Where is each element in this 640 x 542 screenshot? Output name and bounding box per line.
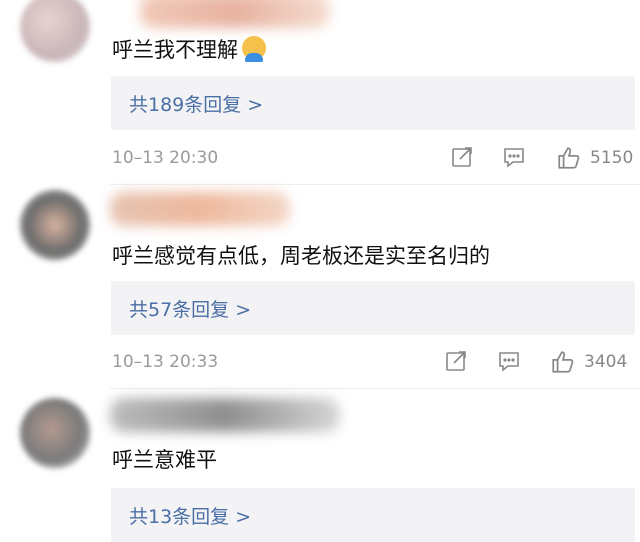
view-replies-link[interactable]: 共13条回复 > <box>129 502 251 529</box>
avatar[interactable] <box>20 398 90 468</box>
comment-timestamp: 10–13 20:33 <box>112 352 219 372</box>
comment-icon[interactable] <box>502 145 526 169</box>
like-icon[interactable] <box>556 145 582 171</box>
reply-box[interactable]: 共189条回复 > <box>111 76 635 130</box>
comment-text-content: 呼兰我不理解 <box>112 38 238 62</box>
view-replies-link[interactable]: 共189条回复 > <box>129 90 263 117</box>
divider <box>110 388 640 389</box>
comment-actions: 5150 <box>440 145 640 175</box>
comment-timestamp: 10–13 20:30 <box>112 148 219 168</box>
share-icon[interactable] <box>444 349 468 373</box>
view-replies-link[interactable]: 共57条回复 > <box>129 295 251 322</box>
comment-text: 呼兰感觉有点低，周老板还是实至名归的 <box>112 244 490 268</box>
share-icon[interactable] <box>450 145 474 169</box>
comment-icon[interactable] <box>497 349 521 373</box>
reply-box[interactable]: 共13条回复 > <box>111 488 635 542</box>
person-shrugging-emoji-icon <box>242 36 266 62</box>
like-icon[interactable] <box>550 349 576 375</box>
comment-text: 呼兰我不理解 <box>112 34 266 64</box>
comment-actions: 3404 <box>440 349 640 379</box>
username[interactable] <box>110 398 340 432</box>
like-count: 5150 <box>590 148 634 168</box>
avatar[interactable] <box>20 0 90 62</box>
divider <box>110 184 640 185</box>
username[interactable] <box>110 192 290 226</box>
reply-box[interactable]: 共57条回复 > <box>111 281 635 335</box>
username[interactable] <box>140 0 330 28</box>
comment-text: 呼兰意难平 <box>112 448 217 472</box>
avatar[interactable] <box>20 190 90 260</box>
like-count: 3404 <box>584 352 628 372</box>
